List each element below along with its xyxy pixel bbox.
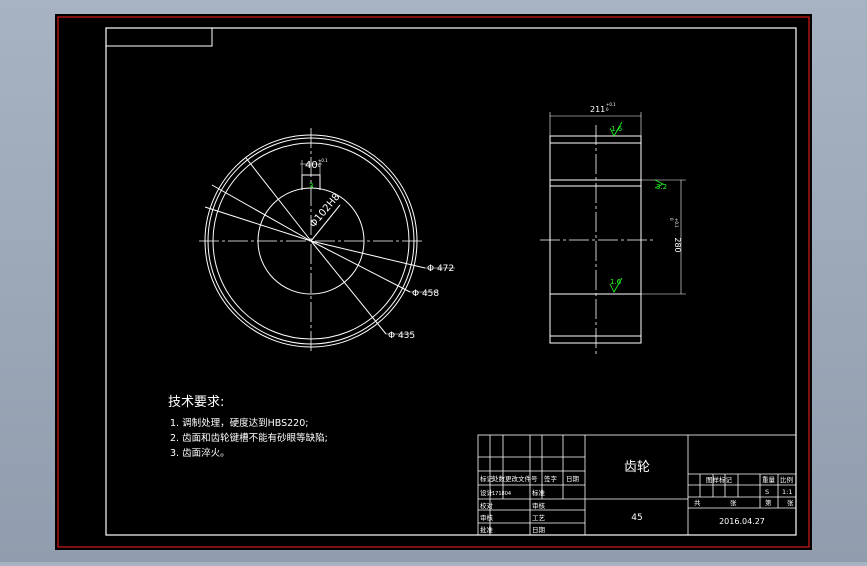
roughness-top-value: 1.6 bbox=[611, 125, 623, 133]
label-scale: 比例 bbox=[780, 475, 793, 484]
dia-435-dim: Φ 435 bbox=[388, 331, 415, 341]
label-craft: 工艺 bbox=[532, 514, 546, 522]
label-proofread: 校对 bbox=[480, 501, 494, 510]
label-approve: 批准 bbox=[480, 525, 494, 534]
label-sheet: 共 bbox=[694, 498, 701, 507]
requirement-item-3: 3. 齿面淬火。 bbox=[170, 447, 230, 459]
designer-id: 171804 bbox=[492, 491, 511, 497]
requirement-item-2: 2. 齿面和齿轮键槽不能有砂眼等缺陷; bbox=[170, 432, 328, 444]
label-page: 第 bbox=[765, 498, 772, 507]
drawing-canvas[interactable]: 40 +0.1 0 3 Φ102H8 Φ 472 Φ 458 Φ 435 211… bbox=[0, 0, 867, 562]
label-stage-mark: 图样标记 bbox=[706, 475, 733, 484]
stage-s: S bbox=[765, 488, 769, 496]
label-page-of: 张 bbox=[787, 498, 794, 507]
label-standardize: 标准 bbox=[532, 488, 546, 497]
dia-472-dim: Φ 472 bbox=[427, 264, 454, 274]
label-date-2: 日期 bbox=[532, 526, 546, 534]
keyway-roughness-symbol: 3 bbox=[309, 182, 313, 190]
width-dim: 211 bbox=[590, 105, 605, 114]
label-count: 处数 bbox=[492, 474, 506, 483]
key-width-dim: 40 bbox=[305, 160, 318, 171]
requirement-item-1: 1. 调制处理，硬度达到HBS220; bbox=[170, 417, 308, 429]
label-review: 审核 bbox=[480, 513, 494, 522]
scale-value: 1:1 bbox=[782, 488, 792, 496]
label-date: 日期 bbox=[566, 475, 580, 483]
dia-458-dim: Φ 458 bbox=[412, 289, 439, 299]
part-name: 齿轮 bbox=[624, 460, 650, 475]
label-audit: 审核 bbox=[532, 501, 546, 510]
label-weight: 重量 bbox=[762, 476, 776, 484]
label-signature: 签字 bbox=[544, 474, 558, 483]
cad-drawing-window: 40 +0.1 0 3 Φ102H8 Φ 472 Φ 458 Φ 435 211… bbox=[0, 0, 867, 562]
requirements-title: 技术要求: bbox=[168, 395, 224, 410]
height-dim: 280 bbox=[673, 237, 682, 252]
label-change-doc: 更改文件号 bbox=[505, 474, 538, 483]
model-space bbox=[55, 14, 812, 550]
drawing-date: 2016.04.27 bbox=[719, 517, 765, 526]
roughness-bottom-value: 1.6 bbox=[610, 278, 622, 286]
label-sheet-of: 张 bbox=[730, 498, 737, 507]
material: 45 bbox=[631, 513, 642, 523]
roughness-side-value: 3.2 bbox=[656, 183, 667, 191]
